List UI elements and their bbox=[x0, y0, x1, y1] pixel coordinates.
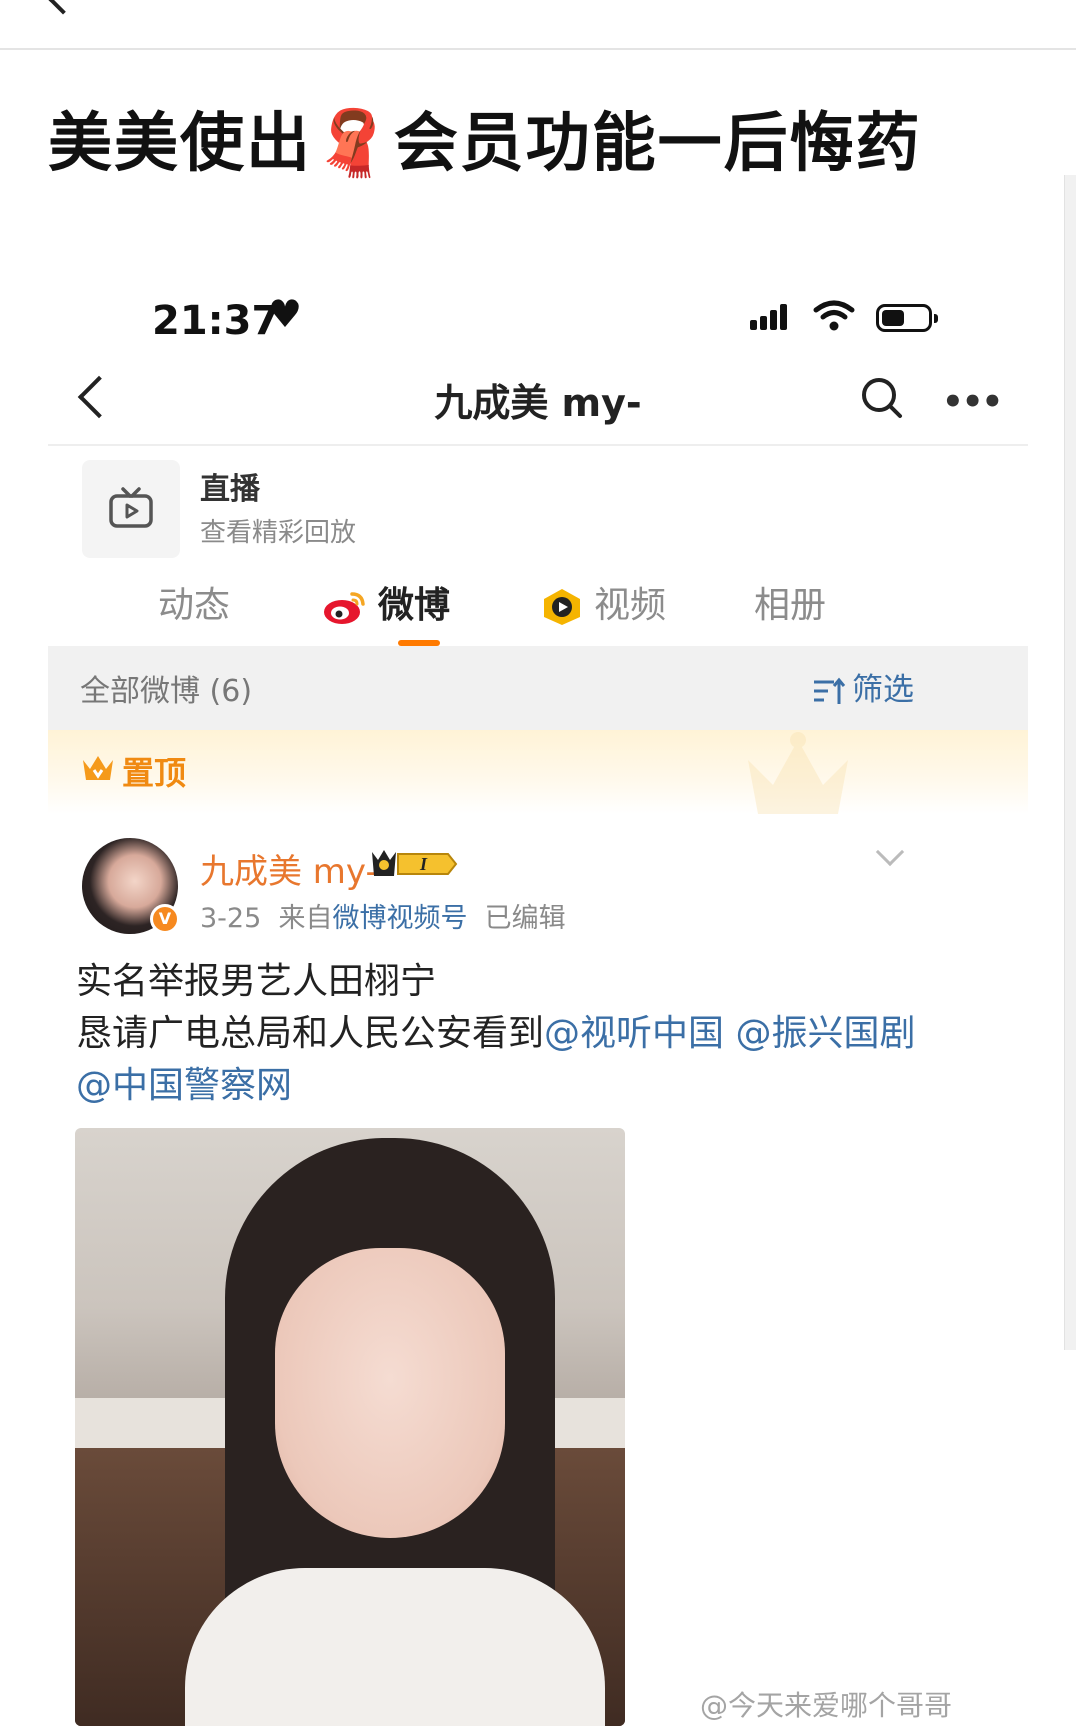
live-tv-icon[interactable] bbox=[82, 460, 180, 558]
post-author[interactable]: 九成美 my- bbox=[200, 844, 378, 893]
post-edited: 已编辑 bbox=[484, 903, 566, 934]
headline-part1: 美美使出 bbox=[48, 107, 312, 181]
post-line1: 实名举报男艺人田栩宁 bbox=[76, 961, 437, 1002]
crown-icon bbox=[83, 756, 113, 780]
svg-text:I: I bbox=[419, 854, 428, 874]
live-title[interactable]: 直播 bbox=[200, 464, 260, 508]
weibo-logo-icon bbox=[324, 592, 365, 624]
post-text: 实名举报男艺人田栩宁 恳请广电总局和人民公安看到@视听中国 @振兴国剧 @中国警… bbox=[76, 956, 976, 1112]
status-time: 21:37 bbox=[152, 298, 280, 344]
filter-bar: 全部微博 (6) 筛选 bbox=[48, 646, 1028, 730]
mention-link[interactable]: @振兴国剧 bbox=[735, 1013, 915, 1054]
tab-dynamics[interactable]: 动态 bbox=[158, 576, 230, 628]
filter-icon bbox=[814, 677, 846, 704]
crown-watermark-icon bbox=[748, 732, 848, 814]
all-weibo-count: 全部微博 (6) bbox=[80, 674, 253, 709]
watermark: @今天来爱哪个哥哥 bbox=[700, 1689, 953, 1722]
tab-weibo[interactable]: 微博 bbox=[322, 576, 450, 628]
tab-album[interactable]: 相册 bbox=[754, 576, 826, 628]
page-title: 美美使出🧣会员功能一后悔药 bbox=[48, 92, 922, 184]
phone-screenshot: 21:37 ♥ 九成美 my- ••• 直播 查看精彩回放 动态 微博 视频 相… bbox=[48, 240, 1028, 1726]
post-meta: 3-25 来自微博视频号 已编辑 bbox=[200, 896, 566, 935]
headline-part2: 会员功能一后悔药 bbox=[393, 107, 922, 181]
scarf-emoji: 🧣 bbox=[312, 107, 394, 181]
post-date: 3-25 bbox=[200, 903, 262, 934]
search-icon[interactable] bbox=[858, 374, 906, 422]
filter-button[interactable]: 筛选 bbox=[812, 664, 914, 709]
live-subtitle: 查看精彩回放 bbox=[200, 518, 357, 548]
pinned-label: 置顶 bbox=[122, 754, 187, 792]
top-bar bbox=[0, 0, 1076, 50]
video-logo-icon bbox=[544, 589, 580, 625]
mention-link[interactable]: @中国警察网 bbox=[76, 1065, 292, 1106]
verified-badge: V bbox=[150, 904, 180, 934]
scrollbar[interactable] bbox=[1064, 175, 1076, 1350]
navigation-bar: 九成美 my- ••• bbox=[48, 360, 1028, 446]
profile-tabs: 动态 微博 视频 相册 bbox=[48, 570, 1028, 650]
post-video-thumbnail[interactable] bbox=[75, 1128, 625, 1726]
post-line2: 恳请广电总局和人民公安看到@视听中国 @振兴国剧 bbox=[76, 1013, 916, 1054]
post-menu-chevron-icon[interactable] bbox=[875, 837, 905, 867]
back-arrow-icon[interactable] bbox=[47, 0, 79, 15]
heart-icon: ♥ bbox=[268, 292, 303, 336]
post-source[interactable]: 微博视频号 bbox=[332, 903, 467, 934]
more-options-icon[interactable]: ••• bbox=[942, 382, 1003, 422]
battery-icon bbox=[876, 304, 938, 332]
cellular-signal-icon bbox=[750, 302, 787, 330]
wifi-icon bbox=[813, 300, 855, 331]
mention-link[interactable]: @视听中国 bbox=[544, 1013, 724, 1054]
post-from: 来自 bbox=[278, 903, 333, 934]
tab-videos[interactable]: 视频 bbox=[540, 576, 666, 628]
pinned-banner: 置顶 bbox=[48, 730, 1028, 814]
vip-badge-icon: I bbox=[372, 850, 458, 876]
